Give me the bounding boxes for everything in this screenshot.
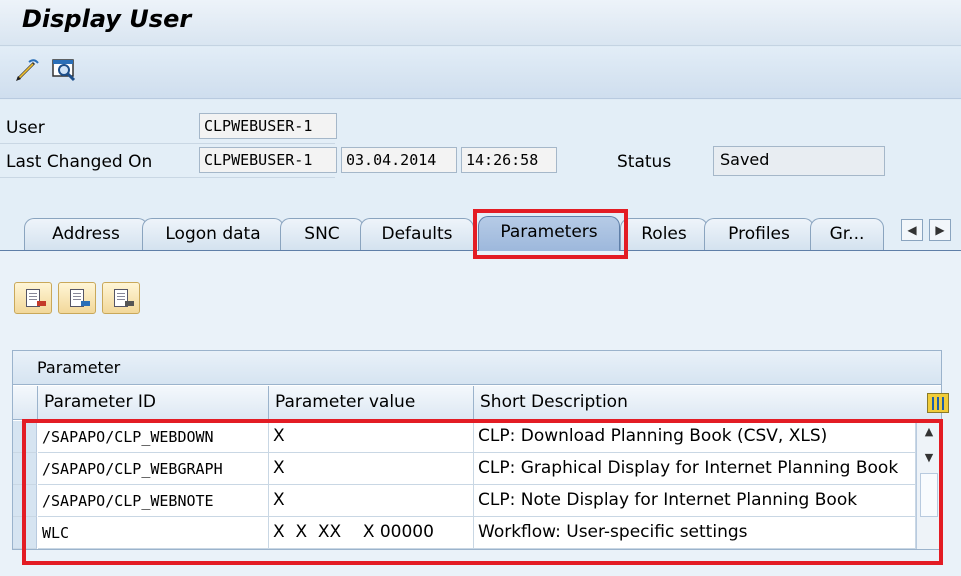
row-selector[interactable] bbox=[13, 421, 37, 453]
changed-by-field[interactable]: CLPWEBUSER-1 bbox=[199, 147, 337, 173]
user-label: User bbox=[6, 118, 45, 138]
table-settings-icon[interactable] bbox=[927, 393, 949, 413]
parameter-id-cell[interactable]: /SAPAPO/CLP_WEBGRAPH bbox=[38, 453, 269, 485]
parameter-id-cell[interactable]: /SAPAPO/CLP_WEBNOTE bbox=[38, 485, 269, 517]
column-header-parameter-value[interactable]: Parameter value bbox=[269, 386, 474, 420]
parameter-table: Parameter Parameter ID Parameter value S… bbox=[12, 350, 949, 550]
tab-snc[interactable]: SNC bbox=[280, 218, 364, 250]
insert-row-button[interactable] bbox=[58, 282, 96, 314]
tab-scroll-left-icon[interactable]: ◀ bbox=[901, 219, 923, 241]
user-field[interactable]: CLPWEBUSER-1 bbox=[199, 113, 337, 139]
tab-logon-data[interactable]: Logon data bbox=[142, 218, 284, 250]
delete-row-button[interactable] bbox=[14, 282, 52, 314]
details-button[interactable] bbox=[102, 282, 140, 314]
parameter-value-cell[interactable]: X bbox=[269, 485, 474, 517]
tab-address[interactable]: Address bbox=[24, 218, 148, 250]
select-all-column[interactable] bbox=[13, 386, 38, 420]
parameter-value-cell[interactable]: X bbox=[269, 421, 474, 453]
insert-mark-icon bbox=[81, 301, 90, 306]
tab-profiles[interactable]: Profiles bbox=[704, 218, 814, 250]
status-field[interactable]: Saved bbox=[713, 146, 885, 176]
row-selector[interactable] bbox=[13, 485, 37, 517]
tab-groups[interactable]: Gr... bbox=[810, 218, 884, 250]
scroll-up-icon[interactable]: ▲ bbox=[922, 425, 936, 439]
table-title: Parameter bbox=[13, 351, 941, 385]
tab-parameters[interactable]: Parameters bbox=[478, 216, 620, 251]
application-toolbar bbox=[0, 47, 961, 99]
short-description-cell: CLP: Note Display for Internet Planning … bbox=[474, 485, 916, 517]
status-label: Status bbox=[617, 152, 672, 172]
tab-scroll-right-icon[interactable]: ▶ bbox=[929, 219, 951, 241]
changed-date-field[interactable]: 03.04.2014 bbox=[341, 147, 457, 173]
divider bbox=[0, 177, 335, 178]
short-description-cell: CLP: Download Planning Book (CSV, XLS) bbox=[474, 421, 916, 453]
page-title: Display User bbox=[22, 5, 192, 33]
delete-mark-icon bbox=[37, 301, 46, 306]
short-description-cell: Workflow: User-specific settings bbox=[474, 517, 916, 549]
tab-roles[interactable]: Roles bbox=[620, 218, 708, 250]
display-magnifier-icon[interactable] bbox=[50, 57, 78, 83]
short-description-cell: CLP: Graphical Display for Internet Plan… bbox=[474, 453, 916, 485]
scroll-thumb[interactable] bbox=[920, 473, 938, 517]
parameter-id-cell[interactable]: /SAPAPO/CLP_WEBDOWN bbox=[38, 421, 269, 453]
edit-pencil-icon[interactable] bbox=[14, 57, 42, 83]
parameter-id-cell[interactable]: WLC bbox=[38, 517, 269, 549]
last-changed-label: Last Changed On bbox=[6, 152, 153, 172]
title-bar: Display User bbox=[0, 0, 961, 46]
parameter-value-cell[interactable]: X X XX X 00000 bbox=[269, 517, 474, 549]
row-selector[interactable] bbox=[13, 453, 37, 485]
details-mark-icon bbox=[125, 301, 134, 306]
changed-time-field[interactable]: 14:26:58 bbox=[461, 147, 557, 173]
tab-defaults[interactable]: Defaults bbox=[360, 218, 474, 250]
column-header-short-description[interactable]: Short Description bbox=[474, 386, 941, 420]
divider bbox=[0, 143, 335, 144]
row-selector[interactable] bbox=[13, 517, 37, 549]
table-vertical-scrollbar[interactable]: ▲ ▼ bbox=[916, 421, 940, 549]
column-header-parameter-id[interactable]: Parameter ID bbox=[38, 386, 269, 420]
scroll-down-icon[interactable]: ▼ bbox=[922, 451, 936, 465]
parameter-value-cell[interactable]: X bbox=[269, 453, 474, 485]
